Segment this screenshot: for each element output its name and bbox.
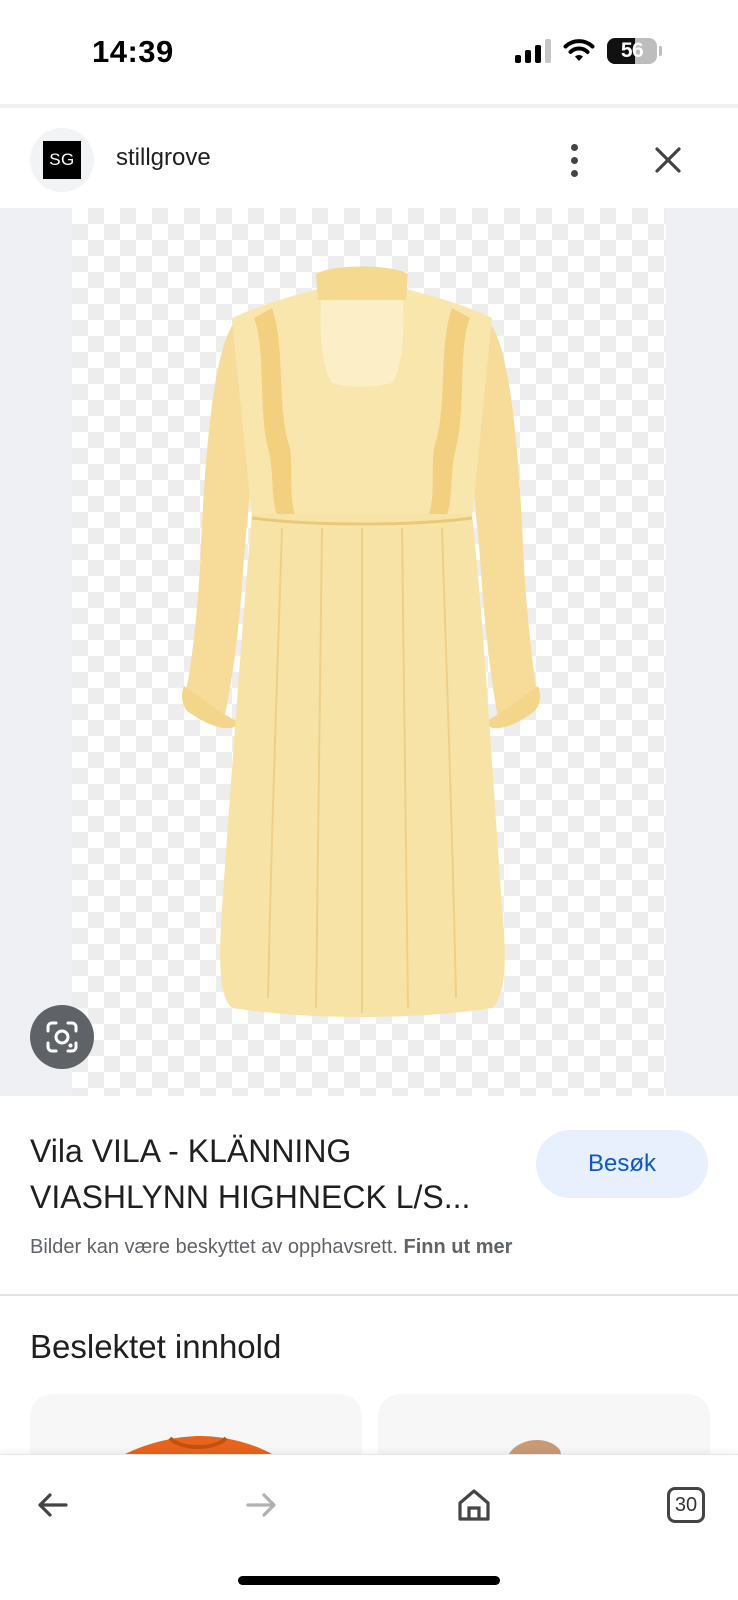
back-button[interactable] (22, 1475, 82, 1535)
source-header: SG stillgrove (0, 108, 738, 208)
section-divider (0, 1294, 738, 1296)
tabs-button[interactable]: 30 (656, 1475, 716, 1535)
dress-image (182, 266, 540, 1017)
copyright-notice: Bilder kan være beskyttet av opphavsrett… (30, 1236, 512, 1259)
home-button[interactable] (444, 1475, 504, 1535)
back-arrow-icon (38, 1493, 68, 1517)
google-lens-button[interactable] (30, 1005, 94, 1069)
forward-button[interactable] (232, 1475, 292, 1535)
copyright-text: Bilder kan være beskyttet av opphavsrett… (30, 1236, 398, 1258)
source-logo: SG (43, 141, 81, 179)
home-indicator (238, 1576, 500, 1585)
more-options-button[interactable] (556, 138, 592, 182)
product-title[interactable]: Vila VILA - KLÄNNING VIASHLYNN HIGHNECK … (30, 1128, 500, 1220)
tab-count: 30 (674, 1493, 698, 1516)
status-icons: 56 (515, 38, 662, 64)
signal-icon (515, 39, 551, 63)
source-name[interactable]: stillgrove (116, 144, 211, 172)
visit-button[interactable]: Besøk (536, 1130, 708, 1198)
google-lens-icon (46, 1021, 78, 1053)
battery-icon: 56 (607, 38, 662, 64)
image-preview[interactable] (0, 208, 738, 1096)
status-bar: 14:39 56 (0, 0, 738, 104)
forward-arrow-icon (246, 1493, 276, 1517)
product-info: Vila VILA - KLÄNNING VIASHLYNN HIGHNECK … (0, 1096, 738, 1294)
battery-level: 56 (620, 39, 644, 62)
status-time: 14:39 (92, 34, 174, 69)
home-icon (458, 1489, 490, 1521)
source-avatar[interactable]: SG (30, 128, 94, 192)
related-title: Beslektet innhold (30, 1328, 282, 1365)
learn-more-link[interactable]: Finn ut mer (404, 1236, 513, 1258)
wifi-icon (563, 39, 595, 61)
tabs-icon: 30 (667, 1487, 705, 1523)
close-icon[interactable] (650, 142, 686, 178)
